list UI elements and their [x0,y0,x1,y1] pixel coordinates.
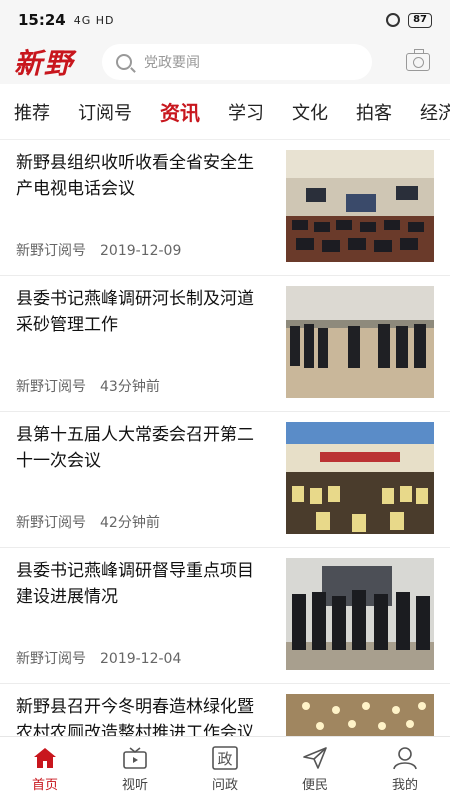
nav-label: 问政 [211,777,238,793]
zheng-glyph: 政 [217,750,232,768]
status-time: 15:24 [18,11,66,29]
article-thumbnail [286,558,434,670]
article-thumbnail [286,422,434,534]
nav-services[interactable]: 便民 [270,737,360,800]
article-source: 新野订阅号 [16,379,86,395]
article-meta: 新野订阅号 42分钟前 [16,512,160,532]
search-bar[interactable]: 党政要闻 [102,44,372,80]
article-meta: 新野订阅号 2019-12-09 [16,240,181,260]
tab-photographer[interactable]: 拍客 [342,99,406,125]
article-title: 县第十五届人大常委会召开第二十一次会议 [16,425,254,471]
article-time: 42分钟前 [100,515,160,531]
camera-icon[interactable] [406,49,430,71]
status-right: 87 [386,12,432,28]
signal-indicator: 4G HD [73,13,115,27]
user-icon [391,745,419,771]
search-icon [116,54,132,70]
tab-culture[interactable]: 文化 [278,99,342,125]
list-item[interactable]: 新野县召开今冬明春造林绿化暨农村农厕改造整村推进工作会议 [0,684,450,736]
article-time: 2019-12-04 [100,651,182,667]
list-item[interactable]: 县第十五届人大常委会召开第二十一次会议 新野订阅号 42分钟前 [0,412,450,548]
list-item[interactable]: 县委书记燕峰调研督导重点项目建设进展情况 新野订阅号 2019-12-04 [0,548,450,684]
article-thumbnail [286,286,434,398]
nav-label: 便民 [301,777,328,793]
article-thumbnail [286,694,434,736]
list-item[interactable]: 新野县组织收听收看全省安全生产电视电话会议 新野订阅号 2019-12-09 [0,140,450,276]
tab-news[interactable]: 资讯 [146,97,214,126]
nav-label: 我的 [391,777,418,793]
search-placeholder: 党政要闻 [144,55,200,71]
home-icon [31,745,59,771]
battery-indicator: 87 [408,12,432,28]
article-thumbnail [286,150,434,262]
article-time: 43分钟前 [100,379,160,395]
article-meta: 新野订阅号 43分钟前 [16,376,160,396]
article-meta: 新野订阅号 2019-12-04 [16,648,181,668]
category-tabs: 推荐 订阅号 资讯 学习 文化 拍客 经济 [0,84,450,140]
news-feed: 新野县组织收听收看全省安全生产电视电话会议 新野订阅号 2019-12-09 县… [0,140,450,736]
nav-media[interactable]: 视听 [90,737,180,800]
nav-label: 视听 [121,777,148,793]
app-header: 新野 党政要闻 [0,40,450,84]
article-source: 新野订阅号 [16,515,86,531]
tab-recommend[interactable]: 推荐 [0,99,64,125]
lock-icon [386,13,401,27]
article-time: 2019-12-09 [100,243,182,259]
nav-profile[interactable]: 我的 [360,737,450,800]
article-title: 新野县组织收听收看全省安全生产电视电话会议 [16,153,254,199]
article-source: 新野订阅号 [16,651,86,667]
zheng-icon: 政 [211,745,239,771]
nav-label: 首页 [31,777,58,793]
tab-study[interactable]: 学习 [214,99,278,125]
list-item[interactable]: 县委书记燕峰调研河长制及河道采砂管理工作 新野订阅号 43分钟前 [0,276,450,412]
tv-icon [121,745,149,771]
article-title: 新野县召开今冬明春造林绿化暨农村农厕改造整村推进工作会议 [16,697,254,736]
nav-inquiry[interactable]: 政 问政 [180,737,270,800]
status-bar: 15:24 4G HD 87 [0,0,450,40]
article-title: 县委书记燕峰调研督导重点项目建设进展情况 [16,561,254,607]
nav-home[interactable]: 首页 [0,737,90,800]
tab-subscriptions[interactable]: 订阅号 [64,99,146,125]
article-source: 新野订阅号 [16,243,86,259]
tab-economy[interactable]: 经济 [406,99,450,125]
send-icon [301,745,329,771]
bottom-navigation: 首页 视听 政 问政 便民 我的 [0,736,450,800]
app-logo: 新野 [14,47,75,80]
article-title: 县委书记燕峰调研河长制及河道采砂管理工作 [16,289,254,335]
